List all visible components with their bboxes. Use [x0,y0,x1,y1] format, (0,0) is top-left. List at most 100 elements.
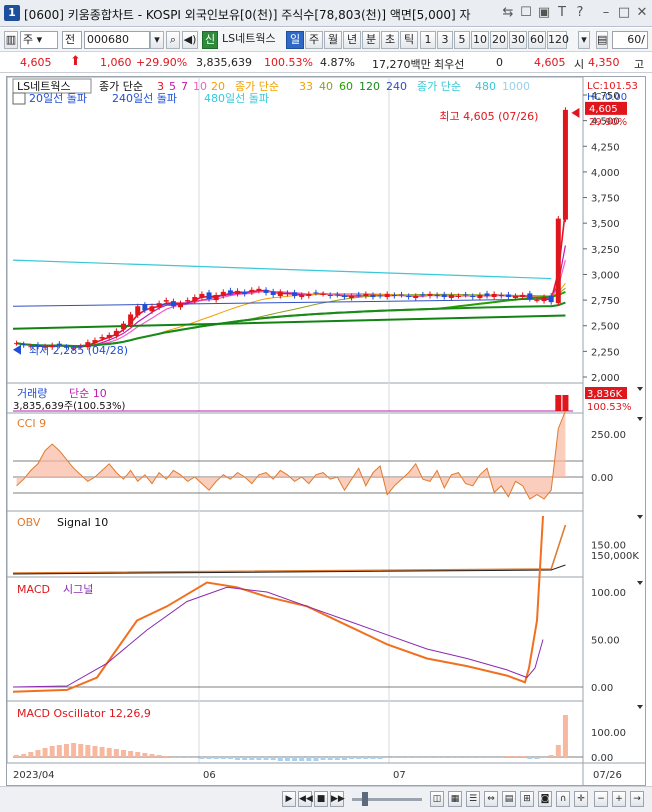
interval-button-7[interactable]: 120 [547,31,569,49]
chart-svg[interactable]: 4,7504,5004,2504,0003,7503,5003,2503,000… [6,76,645,785]
period-button-4[interactable]: 분 [362,31,380,49]
interval-button-3[interactable]: 10 [471,31,489,49]
sound-icon[interactable]: ◀) [182,31,198,49]
period-button-1[interactable]: 주 [305,31,323,49]
cci-tick-label: 250.00 [591,430,626,441]
interval-button-5[interactable]: 30 [509,31,527,49]
candle-body [391,294,397,296]
period-button-2[interactable]: 월 [324,31,342,49]
period-button-3[interactable]: 년 [343,31,361,49]
zoom-slider-handle[interactable] [362,792,368,806]
calendar-icon[interactable]: ▤ [502,791,516,807]
candle-body [384,293,390,298]
price-tick-label: 2,000 [591,373,620,384]
panel-menu-icon [637,705,643,709]
candle-body [520,294,526,298]
volume-ratio: 100.53% [264,56,313,69]
amount-value: 17,270백만 [372,58,431,71]
zoom-out-icon[interactable]: − [594,791,608,807]
period-button-0[interactable]: 일 [286,31,304,49]
osc-bar [391,757,397,758]
osc-bar [555,745,561,757]
close-icon[interactable]: ✕ [634,4,650,22]
scroll-start-icon[interactable]: ▶ [282,791,296,807]
candle-body [456,295,462,297]
search-icon[interactable]: ⌕ [166,31,180,49]
zoom-in-icon[interactable]: + [612,791,626,807]
osc-bar [548,755,554,757]
interval-button-2[interactable]: 5 [454,31,470,49]
osc-bar [505,756,511,757]
text-icon[interactable]: T [554,4,570,22]
maximize-icon[interactable]: □ [616,4,632,22]
stop-icon[interactable]: ■ [314,791,328,807]
osc-bar [270,757,276,760]
candle-body [284,292,290,294]
hc-label: HC:0.00 [587,92,627,103]
chart-area[interactable]: 4,750 4,500 4,250 4,000 3,750 3,500 3,250 3,000… [6,76,646,786]
window-icon[interactable]: ☐ [518,4,534,22]
stock-code-input[interactable]: 000680 [84,31,150,49]
minimize-icon[interactable]: – [598,4,614,22]
candle-body [120,323,126,330]
period-button-5[interactable]: 초 [381,31,399,49]
grid-icon[interactable]: ▦ [448,791,462,807]
candle-body [534,300,540,302]
osc-bar [491,757,497,758]
macd-tick-label: 0.00 [591,683,613,694]
list-icon[interactable]: ☰ [466,791,480,807]
osc-bar [562,715,568,757]
scroll-back-icon[interactable]: ◀◀ [298,791,313,807]
osc-bar [199,757,205,759]
osc-bar [92,746,98,757]
link-icon[interactable]: ⇆ [500,4,516,22]
candle-body [398,294,404,296]
candle-body [341,295,347,298]
magnet-icon[interactable]: ∩ [556,791,570,807]
osc-bar [49,746,55,757]
osc-bar [448,757,454,758]
volume-bar [555,395,562,411]
market-type-select[interactable]: 주 ▾ [20,31,58,49]
interval-button-1[interactable]: 3 [437,31,453,49]
osc-bar [434,757,440,758]
market-type-value: 주 [23,33,34,46]
candle-body [249,289,255,293]
period-button-6[interactable]: 틱 [400,31,418,49]
osc-bar [227,757,233,759]
open-value: 4,350 [588,56,620,69]
interval-button-4[interactable]: 20 [490,31,508,49]
scroll-forward-icon[interactable]: ▶▶ [330,791,345,807]
settings-icon[interactable]: ▤ [596,31,608,49]
candle-body [306,293,312,296]
candle-body [377,295,383,297]
osc-tick-label: 0.00 [591,753,613,764]
high-label: 고 [634,58,645,71]
price-tick-label: 3,000 [591,270,620,281]
candle-body [498,294,504,296]
interval-button-0[interactable]: 1 [420,31,436,49]
ma-mid-legend-value: 120 [359,80,380,93]
compare-icon[interactable]: ⇔ [484,791,498,807]
camera-icon[interactable]: ◙ [538,791,552,807]
fit-icon[interactable]: ◫ [430,791,444,807]
table-icon[interactable]: ⊞ [520,791,534,807]
window-number-badge[interactable]: 1 [4,5,20,21]
osc-bar [135,752,141,757]
scope-select[interactable]: 전 [62,31,82,49]
code-dropdown-icon[interactable]: ▾ [150,31,164,49]
reset-icon[interactable]: → [630,791,644,807]
interval-more-icon[interactable]: ▾ [578,31,590,49]
osc-bar [299,757,305,761]
candle-body [363,293,369,296]
display-count-input[interactable]: 60/ [612,31,648,49]
help-icon[interactable]: ? [572,4,588,22]
indicator-badge[interactable]: 신 [202,31,218,49]
interval-button-6[interactable]: 60 [528,31,546,49]
cursor-icon[interactable]: ✛ [574,791,588,807]
candle-body [548,295,554,303]
price-tick-label: 2,250 [591,347,620,358]
pin-icon[interactable]: ▣ [536,4,552,22]
chart-menu-icon[interactable]: ▥ [4,31,18,49]
candle-body [135,306,141,316]
